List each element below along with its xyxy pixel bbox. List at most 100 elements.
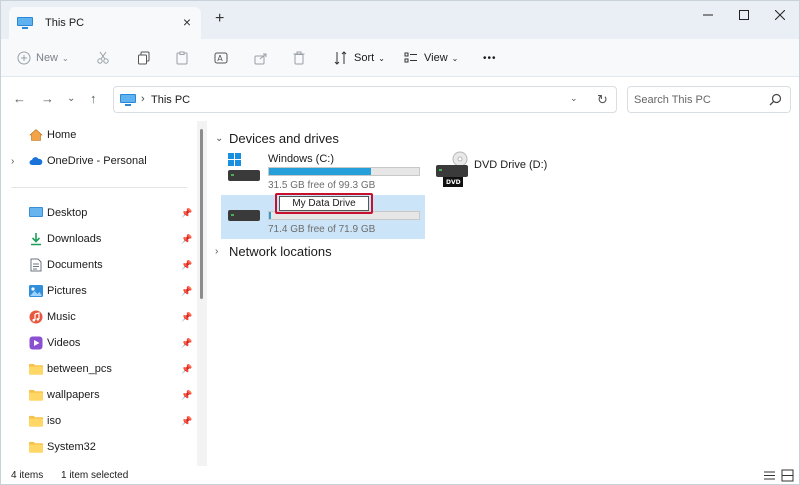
pin-icon: 📌 xyxy=(181,337,193,348)
view-button[interactable]: View ⌄ xyxy=(404,48,458,68)
sidebar-item-pictures[interactable]: Pictures 📌 xyxy=(1,280,197,302)
sidebar-item-documents[interactable]: Documents 📌 xyxy=(1,254,197,276)
pin-icon: 📌 xyxy=(181,233,193,244)
refresh-button[interactable]: ↻ xyxy=(597,92,608,108)
drive-usage-fill xyxy=(269,212,271,219)
rename-icon: A xyxy=(214,52,228,64)
sidebar-item-system32[interactable]: System32 xyxy=(1,436,197,458)
sidebar-item-downloads[interactable]: Downloads 📌 xyxy=(1,228,197,250)
tab-this-pc[interactable]: This PC × xyxy=(9,7,201,39)
pin-icon: 📌 xyxy=(181,389,193,400)
sidebar-item-wallpapers[interactable]: wallpapers 📌 xyxy=(1,384,197,406)
drive-free-space: 71.4 GB free of 71.9 GB xyxy=(268,224,376,235)
maximize-button[interactable] xyxy=(729,5,759,25)
sidebar-item-videos[interactable]: Videos 📌 xyxy=(1,332,197,354)
back-button[interactable]: ← xyxy=(13,91,26,106)
sidebar-scrollbar[interactable] xyxy=(197,121,207,466)
pictures-icon xyxy=(29,284,43,298)
dvd-badge: DVD xyxy=(446,179,461,186)
sort-label: Sort xyxy=(354,52,375,64)
view-icon xyxy=(404,52,417,63)
more-options-button[interactable]: ••• xyxy=(483,48,497,68)
forward-button[interactable]: → xyxy=(41,91,54,106)
chevron-right-icon: › xyxy=(215,246,219,257)
paste-button[interactable] xyxy=(175,48,189,68)
chevron-down-icon[interactable]: ⌄ xyxy=(570,93,578,104)
item-count: 4 items xyxy=(11,470,44,481)
cut-button[interactable] xyxy=(96,48,110,68)
copy-icon xyxy=(138,51,150,65)
tab-label: This PC xyxy=(45,17,85,29)
new-button[interactable]: New ⌄ xyxy=(17,48,69,68)
sidebar-item-home[interactable]: Home xyxy=(1,124,197,146)
drive-windows-c[interactable]: Windows (C:) 31.5 GB free of 99.3 GB xyxy=(221,151,431,193)
chevron-down-icon: ⌄ xyxy=(62,53,69,63)
sidebar-item-onedrive[interactable]: › OneDrive - Personal xyxy=(1,150,197,172)
command-bar: New ⌄ A Sort ⌄ View ⌄ ••• xyxy=(1,39,799,77)
copy-button[interactable] xyxy=(137,48,151,68)
group-devices-and-drives[interactable]: ⌄ Devices and drives xyxy=(215,131,339,146)
sidebar-item-label: Pictures xyxy=(47,285,87,297)
sidebar-item-label: Downloads xyxy=(47,233,102,245)
new-label: New xyxy=(36,52,59,64)
sidebar-item-label: Music xyxy=(47,311,76,323)
drive-usage-fill xyxy=(269,168,371,175)
download-icon xyxy=(29,232,43,246)
maximize-icon xyxy=(739,10,749,20)
chevron-down-icon: ⌄ xyxy=(378,53,385,63)
sidebar-item-between-pcs[interactable]: between_pcs 📌 xyxy=(1,358,197,380)
music-icon xyxy=(29,310,43,324)
cloud-icon xyxy=(29,154,43,168)
this-pc-icon xyxy=(17,17,33,29)
up-button[interactable]: ↑ xyxy=(90,91,97,106)
breadcrumb-separator: › xyxy=(141,93,145,105)
group-header-label: Devices and drives xyxy=(229,131,339,146)
pin-icon: 📌 xyxy=(181,207,193,218)
search-box[interactable]: Search This PC xyxy=(627,86,791,113)
address-bar[interactable]: › This PC ⌄ ↻ xyxy=(113,86,617,113)
sort-icon xyxy=(334,51,347,65)
chevron-right-icon[interactable]: › xyxy=(11,156,14,167)
close-window-button[interactable] xyxy=(765,5,795,25)
view-label: View xyxy=(424,52,448,64)
video-icon xyxy=(29,336,43,350)
sidebar-item-music[interactable]: Music 📌 xyxy=(1,306,197,328)
pin-icon: 📌 xyxy=(181,415,193,426)
group-header-label: Network locations xyxy=(229,244,332,259)
breadcrumb-this-pc[interactable]: This PC xyxy=(151,94,190,106)
sidebar-divider xyxy=(11,187,187,188)
paste-icon xyxy=(176,51,188,65)
minimize-button[interactable] xyxy=(693,5,723,25)
document-icon xyxy=(29,258,43,272)
chevron-down-icon: ⌄ xyxy=(451,53,459,63)
close-icon xyxy=(775,10,785,20)
recent-locations-button[interactable]: ⌄ xyxy=(67,93,75,104)
drive-dvd-d[interactable]: DVD DVD Drive (D:) xyxy=(431,151,571,193)
new-plus-icon xyxy=(17,51,31,65)
sort-button[interactable]: Sort ⌄ xyxy=(334,48,385,68)
sidebar-item-label: wallpapers xyxy=(47,389,100,401)
highlight-box xyxy=(275,193,373,214)
rename-button[interactable]: A xyxy=(214,48,228,68)
search-icon xyxy=(769,93,782,106)
share-button[interactable] xyxy=(254,48,268,68)
file-explorer-window: This PC × + New ⌄ A Sort ⌄ View ⌄ ••• ← … xyxy=(0,0,800,485)
delete-button[interactable] xyxy=(292,48,306,68)
sidebar-item-label: between_pcs xyxy=(47,363,112,375)
drive-icon xyxy=(228,210,260,221)
details-view-icon[interactable] xyxy=(763,469,776,482)
sidebar-item-iso[interactable]: iso 📌 xyxy=(1,410,197,432)
drive-name: DVD Drive (D:) xyxy=(474,159,548,171)
trash-icon xyxy=(293,51,305,65)
new-tab-button[interactable]: + xyxy=(215,10,224,28)
svg-text:A: A xyxy=(217,54,223,63)
group-network-locations[interactable]: › Network locations xyxy=(215,244,332,259)
close-tab-button[interactable]: × xyxy=(183,15,191,29)
scroll-thumb[interactable] xyxy=(200,129,203,299)
desktop-folder-icon xyxy=(29,206,43,220)
sidebar-item-desktop[interactable]: Desktop 📌 xyxy=(1,202,197,224)
pin-icon: 📌 xyxy=(181,311,193,322)
folder-icon xyxy=(29,440,43,454)
search-placeholder: Search This PC xyxy=(634,94,711,106)
tiles-view-icon[interactable] xyxy=(781,469,794,482)
